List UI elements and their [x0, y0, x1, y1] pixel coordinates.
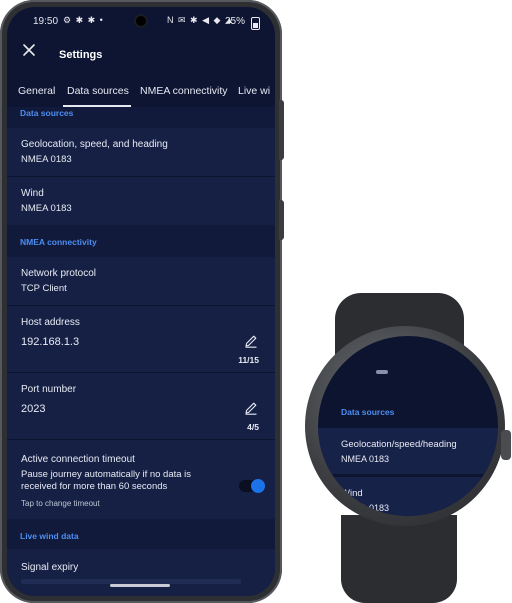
setting-label: Network protocol: [21, 268, 97, 279]
tab-live-wind[interactable]: Live wi: [238, 85, 270, 97]
setting-label: Signal expiry: [21, 562, 79, 573]
setting-port-number[interactable]: Port number 2023 4/5: [7, 373, 275, 439]
section-header-live-wind: Live wind data: [20, 531, 79, 541]
battery-icon: [251, 17, 260, 30]
setting-wind[interactable]: Wind NMEA 0183: [7, 177, 275, 225]
page-title: Settings: [59, 49, 103, 61]
status-notification-icons: ⚙ ✱ ✱ •: [63, 15, 104, 25]
setting-label: Wind: [21, 188, 44, 199]
port-number-field[interactable]: 2023: [21, 403, 45, 415]
setting-description: Pause journey automatically if no data i…: [21, 469, 192, 480]
setting-value: TCP Client: [21, 283, 67, 294]
edit-pencil-icon[interactable]: [243, 333, 259, 349]
status-bar: 19:50 ⚙ ✱ ✱ • N ✉ ✱ ◀ ◆ ▲ 25%: [7, 7, 275, 33]
setting-description: received for more than 60 seconds: [21, 481, 168, 492]
watch-band-bottom: [341, 515, 457, 603]
setting-label: Host address: [21, 317, 80, 328]
section-header-nmea: NMEA connectivity: [20, 237, 97, 247]
setting-hint: Tap to change timeout: [21, 499, 100, 508]
setting-value: NMEA 0183: [341, 503, 390, 513]
setting-host-address[interactable]: Host address 192.168.1.3 11/15: [7, 306, 275, 372]
setting-active-connection-timeout[interactable]: Active connection timeout Pause journey …: [7, 440, 275, 519]
watch-setting-wind[interactable]: Wind NMEA 0183: [318, 477, 498, 516]
phone-volume-button: [279, 200, 284, 240]
setting-signal-expiry[interactable]: Signal expiry: [7, 549, 275, 596]
host-address-field[interactable]: 192.168.1.3: [21, 336, 79, 348]
watch-setting-geolocation[interactable]: Geolocation/speed/heading NMEA 0183: [318, 428, 498, 474]
status-time: 19:50: [33, 16, 59, 27]
front-camera: [136, 16, 146, 26]
watch-crown[interactable]: [501, 430, 511, 460]
tab-data-sources[interactable]: Data sources: [67, 85, 129, 97]
phone-power-button: [279, 100, 284, 160]
tab-bar: General Data sources NMEA connectivity L…: [7, 73, 275, 108]
section-header-data-sources: Data sources: [20, 108, 74, 118]
watch-section-header: Data sources: [341, 407, 395, 417]
close-icon[interactable]: [21, 42, 37, 58]
watch-scroll-remnant: [376, 370, 388, 374]
edit-pencil-icon[interactable]: [243, 400, 259, 416]
tab-nmea-connectivity[interactable]: NMEA connectivity: [140, 85, 228, 97]
watch-screen: Data sources Geolocation/speed/heading N…: [318, 336, 498, 516]
battery-percentage: 25%: [225, 16, 246, 27]
phone-screen: 19:50 ⚙ ✱ ✱ • N ✉ ✱ ◀ ◆ ▲ 25% Settings G…: [7, 7, 275, 596]
character-counter: 4/5: [247, 422, 259, 432]
setting-value: NMEA 0183: [341, 454, 390, 464]
app-bar: Settings: [7, 33, 275, 73]
toggle-knob: [251, 479, 265, 493]
setting-label: Active connection timeout: [21, 454, 135, 465]
tab-general[interactable]: General: [18, 85, 55, 97]
setting-value: NMEA 0183: [21, 154, 72, 165]
setting-label: Wind: [341, 488, 363, 499]
setting-label: Geolocation, speed, and heading: [21, 139, 168, 150]
setting-network-protocol[interactable]: Network protocol TCP Client: [7, 257, 275, 305]
setting-value: NMEA 0183: [21, 203, 72, 214]
gesture-nav-handle[interactable]: [110, 584, 170, 587]
setting-geolocation[interactable]: Geolocation, speed, and heading NMEA 018…: [7, 128, 275, 176]
character-counter: 11/15: [238, 355, 259, 365]
setting-label: Port number: [21, 384, 77, 395]
setting-label: Geolocation/speed/heading: [341, 439, 457, 450]
